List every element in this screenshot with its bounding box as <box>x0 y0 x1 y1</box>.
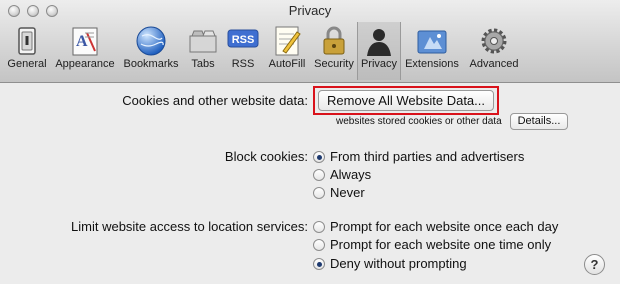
tab-bookmarks-label: Bookmarks <box>123 58 179 70</box>
tab-extensions-label: Extensions <box>405 58 459 70</box>
block-cookies-option-never[interactable]: Never <box>313 185 365 200</box>
block-cookies-label: Block cookies: <box>224 149 308 164</box>
cookies-note: websites stored cookies or other data <box>336 116 502 127</box>
preferences-window: Privacy General A Appearance Bookmarks T… <box>0 0 620 284</box>
bookmarks-icon <box>136 26 166 56</box>
window-title: Privacy <box>288 3 332 18</box>
tab-security[interactable]: Security <box>312 22 356 80</box>
block-cookies-option-third-parties[interactable]: From third parties and advertisers <box>313 149 524 164</box>
location-option-one-time-only[interactable]: Prompt for each website one time only <box>313 237 551 252</box>
help-button[interactable]: ? <box>584 254 605 275</box>
tab-appearance[interactable]: A Appearance <box>52 22 118 80</box>
radio-label: Prompt for each website one time only <box>330 237 552 252</box>
cookies-label: Cookies and other website data: <box>122 93 308 108</box>
tab-extensions[interactable]: Extensions <box>402 22 462 80</box>
radio-selected <box>313 150 325 163</box>
privacy-icon <box>367 29 391 56</box>
tab-appearance-label: Appearance <box>55 58 115 70</box>
tab-bookmarks[interactable]: Bookmarks <box>120 22 182 80</box>
tab-autofill-label: AutoFill <box>268 58 306 70</box>
autofill-icon <box>275 26 301 56</box>
remove-all-website-data-button[interactable]: Remove All Website Data... <box>318 90 494 111</box>
preferences-toolbar: General A Appearance Bookmarks Tabs RSS … <box>0 22 620 80</box>
tab-autofill[interactable]: AutoFill <box>264 22 310 80</box>
location-label: Limit website access to location service… <box>71 219 308 234</box>
radio-label: Never <box>330 185 365 200</box>
tab-security-label: Security <box>314 58 354 70</box>
tab-rss-label: RSS <box>231 58 255 70</box>
general-icon <box>18 27 36 55</box>
block-cookies-option-always[interactable]: Always <box>313 167 371 182</box>
tab-tabs[interactable]: Tabs <box>184 22 222 80</box>
radio-label: Prompt for each website once each day <box>330 219 559 234</box>
tab-rss[interactable]: RSS RSS <box>224 22 262 80</box>
radio-unselected <box>313 186 325 199</box>
radio-label: From third parties and advertisers <box>330 149 525 164</box>
radio-label: Always <box>330 167 372 182</box>
location-option-deny[interactable]: Deny without prompting <box>313 256 467 271</box>
radio-selected <box>313 257 325 270</box>
radio-unselected <box>313 220 325 233</box>
tab-advanced[interactable]: Advanced <box>464 22 524 80</box>
tab-general[interactable]: General <box>4 22 50 80</box>
tab-general-label: General <box>7 58 47 70</box>
rss-badge-text: RSS <box>232 34 255 46</box>
svg-text:A: A <box>76 33 88 50</box>
tab-privacy-label: Privacy <box>360 58 398 70</box>
rss-icon: RSS <box>227 29 259 48</box>
title-bar: Privacy General A Appearance Bookmarks T… <box>0 0 620 83</box>
advanced-icon <box>481 28 507 54</box>
tabs-icon <box>189 30 217 53</box>
tab-privacy[interactable]: Privacy <box>357 22 401 80</box>
radio-unselected <box>313 168 325 181</box>
appearance-icon: A <box>72 27 98 56</box>
security-icon <box>323 26 345 55</box>
tab-advanced-label: Advanced <box>469 58 519 70</box>
radio-unselected <box>313 238 325 251</box>
tab-tabs-label: Tabs <box>191 58 215 70</box>
location-option-once-each-day[interactable]: Prompt for each website once each day <box>313 219 558 234</box>
extensions-icon <box>417 30 447 54</box>
radio-label: Deny without prompting <box>330 256 467 271</box>
details-button[interactable]: Details... <box>510 113 568 130</box>
